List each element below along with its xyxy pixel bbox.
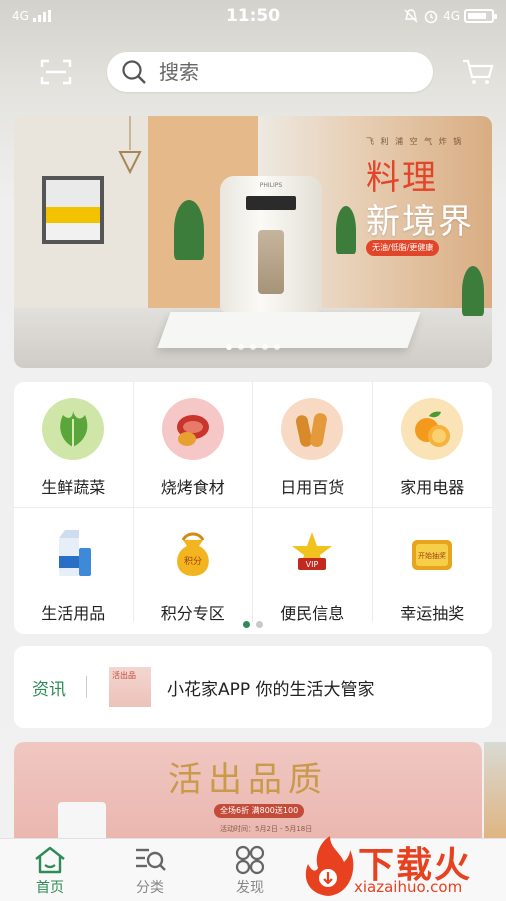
- promo-date: 活动时间：5月2日 - 5月18日: [220, 825, 313, 833]
- banner-dot[interactable]: [262, 344, 268, 350]
- milk-icon: [47, 528, 99, 580]
- status-time: 11:50: [225, 6, 281, 26]
- category-pagination: [14, 621, 492, 628]
- category-item-lucky-draw[interactable]: 开始抽奖 幸运抽奖: [373, 508, 493, 623]
- promo-subtitle: 全场6折 满800送100: [214, 804, 305, 818]
- status-bar: 4G 11:50 4G: [0, 0, 506, 32]
- category-page-dot[interactable]: [256, 621, 263, 628]
- cart-icon[interactable]: [462, 58, 494, 86]
- status-right: 4G: [403, 8, 497, 24]
- vip-text: VIP: [306, 560, 319, 569]
- category-page-dot[interactable]: [243, 621, 250, 628]
- banner-pill: 无油/低脂/更健康: [366, 240, 440, 256]
- news-divider: [86, 676, 87, 698]
- battery-icon: [464, 9, 497, 23]
- discover-icon: [235, 845, 265, 875]
- category-label: 生鲜蔬菜: [41, 478, 106, 497]
- search-input[interactable]: [157, 59, 401, 85]
- watermark-url: xiazaihuo.com: [354, 878, 463, 896]
- banner-pendant-icon: [118, 116, 142, 175]
- promo-banner[interactable]: PHILIPS 飞 利 浦 空 气 炸 锅 料理 新境界 无油/低脂/更健康: [14, 116, 492, 368]
- banner-dot[interactable]: [250, 344, 256, 350]
- lottery-text: 开始抽奖: [418, 551, 446, 560]
- banner-plant-image: [174, 200, 204, 260]
- alarm-icon: [424, 10, 438, 24]
- orange-icon: [401, 398, 464, 460]
- category-item-daily-goods[interactable]: 日用百货: [253, 382, 373, 508]
- bread-icon: [281, 398, 344, 460]
- category-label: 日用百货: [280, 478, 345, 497]
- home-icon: [35, 846, 65, 874]
- category-icon: [136, 848, 166, 871]
- banner-dot[interactable]: [226, 344, 232, 350]
- banner-title-line2: 新境界: [366, 202, 474, 242]
- status-left: 4G: [12, 9, 51, 23]
- next-promo-card-edge[interactable]: [484, 742, 506, 842]
- news-thumbnail-image: 活出品: [109, 667, 151, 707]
- banner-podium: [157, 312, 421, 348]
- category-item-bbq[interactable]: 烧烤食材: [133, 382, 253, 508]
- news-headline[interactable]: 小花家APP 你的生活大管家: [167, 675, 375, 700]
- scan-icon[interactable]: [40, 58, 72, 86]
- meat-icon: [161, 398, 224, 460]
- promo-title: 活出品质: [168, 760, 328, 800]
- category-item-convenience-info[interactable]: VIP 便民信息: [253, 508, 373, 623]
- tab-home[interactable]: 首页: [0, 839, 100, 901]
- lottery-icon: 开始抽奖: [406, 528, 458, 580]
- category-item-points[interactable]: 积分 积分专区: [134, 508, 253, 623]
- category-item-fresh-vegetables[interactable]: 生鲜蔬菜: [14, 382, 134, 508]
- air-fryer-image: PHILIPS: [220, 176, 322, 312]
- signal-icon: [32, 10, 51, 22]
- watermark: 下载火 xiazaihuo.com: [296, 834, 506, 900]
- tab-category[interactable]: 分类: [100, 839, 200, 901]
- news-label: 资讯: [32, 679, 66, 700]
- vegetable-icon: [42, 398, 105, 460]
- money-bag-icon: 积分: [167, 528, 219, 580]
- tab-discover[interactable]: 发现: [200, 839, 300, 901]
- category-label: 烧烤食材: [160, 478, 225, 497]
- tab-label: 首页: [36, 880, 64, 896]
- tab-label: 分类: [136, 880, 164, 896]
- banner-tagline: 飞 利 浦 空 气 炸 锅: [366, 137, 464, 146]
- news-bar[interactable]: 资讯 活出品 小花家APP 你的生活大管家: [14, 646, 492, 728]
- banner-painting-image: [42, 176, 104, 244]
- mute-icon: [404, 9, 418, 23]
- top-bar: [0, 50, 506, 94]
- category-grid-card: 生鲜蔬菜 烧烤食材 日用百货 家用电器 生活用品 积分 积分专区 VIP 便民信…: [14, 382, 492, 634]
- category-label: 家用电器: [400, 478, 465, 497]
- banner-dot[interactable]: [238, 344, 244, 350]
- banner-title-line1: 料理: [366, 158, 438, 198]
- network-type-left: 4G: [12, 9, 29, 23]
- search-icon: [122, 60, 146, 84]
- category-grid: 生鲜蔬菜 烧烤食材 日用百货 家用电器 生活用品 积分 积分专区 VIP 便民信…: [14, 382, 493, 623]
- banner-pagination: [14, 344, 492, 350]
- money-bag-text: 积分: [184, 555, 202, 567]
- fryer-brand: PHILIPS: [259, 182, 283, 189]
- category-item-home-appliances[interactable]: 家用电器: [372, 382, 492, 508]
- vip-star-icon: VIP: [286, 528, 338, 580]
- search-bar[interactable]: [107, 52, 433, 92]
- banner-plant-image: [336, 206, 356, 254]
- banner-plant-image: [462, 266, 484, 316]
- flame-logo-icon: [305, 836, 354, 896]
- tab-label: 发现: [236, 880, 264, 896]
- category-item-living-supplies[interactable]: 生活用品: [14, 508, 134, 623]
- news-thumb-text: 活出品: [112, 671, 136, 680]
- banner-dot[interactable]: [274, 344, 280, 350]
- network-type-right: 4G: [443, 9, 460, 23]
